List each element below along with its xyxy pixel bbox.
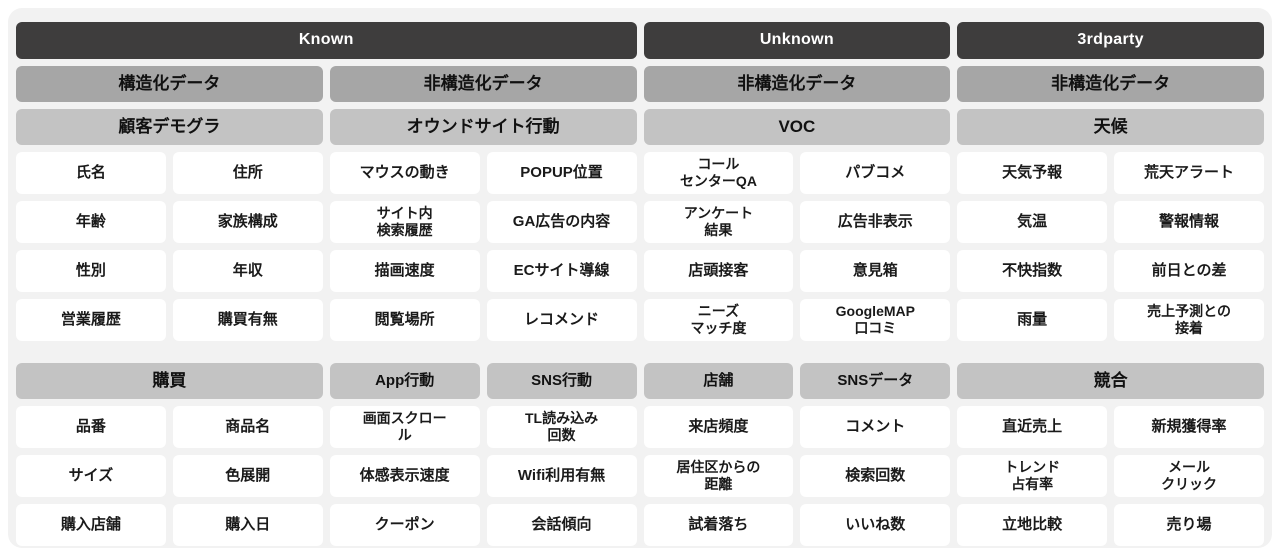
- item-cell[interactable]: 居住区からの 距離: [643, 455, 794, 497]
- item-cell[interactable]: TL読み込み 回数: [486, 406, 637, 448]
- item-cell[interactable]: 検索回数: [800, 455, 951, 497]
- item-cell[interactable]: メール クリック: [1114, 455, 1264, 497]
- group-header-3rdparty[interactable]: 3rdparty: [957, 22, 1264, 59]
- section-divider: [16, 348, 1264, 356]
- data-type-unstructured-3rdparty[interactable]: 非構造化データ: [957, 66, 1264, 102]
- category-competitors[interactable]: 競合: [957, 363, 1264, 399]
- item-cell[interactable]: 家族構成: [172, 201, 323, 243]
- item-cell[interactable]: 店頭接客: [643, 250, 794, 292]
- item-cell[interactable]: 警報情報: [1114, 201, 1264, 243]
- category-sns-behavior[interactable]: SNS行動: [486, 363, 637, 399]
- item-cell[interactable]: コール センターQA: [643, 152, 794, 194]
- item-cell[interactable]: POPUP位置: [486, 152, 637, 194]
- item-cell[interactable]: 雨量: [957, 299, 1108, 341]
- item-cell[interactable]: 閲覧場所: [329, 299, 480, 341]
- item-cell[interactable]: 気温: [957, 201, 1108, 243]
- taxonomy-grid: Known Unknown 3rdparty 構造化データ 非構造化データ 非構…: [16, 22, 1264, 546]
- item-cell[interactable]: 年収: [172, 250, 323, 292]
- item-cell[interactable]: 試着落ち: [643, 504, 794, 546]
- item-cell[interactable]: 購入日: [172, 504, 323, 546]
- item-cell[interactable]: 直近売上: [957, 406, 1108, 448]
- item-cell[interactable]: 立地比較: [957, 504, 1108, 546]
- item-cell[interactable]: 描画速度: [329, 250, 480, 292]
- item-cell[interactable]: 年齢: [16, 201, 166, 243]
- category-weather[interactable]: 天候: [957, 109, 1264, 145]
- category-customer-demographics[interactable]: 顧客デモグラ: [16, 109, 323, 145]
- item-cell[interactable]: 売り場: [1114, 504, 1264, 546]
- category-voc[interactable]: VOC: [643, 109, 951, 145]
- item-cell[interactable]: 商品名: [172, 406, 323, 448]
- item-cell[interactable]: 性別: [16, 250, 166, 292]
- item-cell[interactable]: 売上予測との 接着: [1114, 299, 1264, 341]
- item-cell[interactable]: 購入店舗: [16, 504, 166, 546]
- item-cell[interactable]: いいね数: [800, 504, 951, 546]
- item-cell[interactable]: 画面スクロール: [329, 406, 480, 448]
- category-store[interactable]: 店舗: [643, 363, 794, 399]
- item-cell[interactable]: サイズ: [16, 455, 166, 497]
- item-cell[interactable]: ニーズ マッチ度: [643, 299, 794, 341]
- item-cell[interactable]: ECサイト導線: [486, 250, 637, 292]
- item-cell[interactable]: コメント: [800, 406, 951, 448]
- group-header-unknown[interactable]: Unknown: [643, 22, 951, 59]
- item-cell[interactable]: 意見箱: [800, 250, 951, 292]
- item-cell[interactable]: マウスの動き: [329, 152, 480, 194]
- item-cell[interactable]: 新規獲得率: [1114, 406, 1264, 448]
- item-cell[interactable]: 品番: [16, 406, 166, 448]
- item-cell[interactable]: クーポン: [329, 504, 480, 546]
- item-cell[interactable]: トレンド 占有率: [957, 455, 1108, 497]
- item-cell[interactable]: 来店頻度: [643, 406, 794, 448]
- item-cell[interactable]: レコメンド: [486, 299, 637, 341]
- data-taxonomy-board: Known Unknown 3rdparty 構造化データ 非構造化データ 非構…: [8, 8, 1272, 548]
- data-type-unstructured-known[interactable]: 非構造化データ: [329, 66, 637, 102]
- item-cell[interactable]: 色展開: [172, 455, 323, 497]
- category-app-behavior[interactable]: App行動: [329, 363, 480, 399]
- item-cell[interactable]: 会話傾向: [486, 504, 637, 546]
- item-cell[interactable]: 前日との差: [1114, 250, 1264, 292]
- data-type-unstructured-unknown[interactable]: 非構造化データ: [643, 66, 951, 102]
- item-cell[interactable]: GoogleMAP 口コミ: [800, 299, 951, 341]
- item-cell[interactable]: GA広告の内容: [486, 201, 637, 243]
- item-cell[interactable]: 体感表示速度: [329, 455, 480, 497]
- category-purchase[interactable]: 購買: [16, 363, 323, 399]
- item-cell[interactable]: 購買有無: [172, 299, 323, 341]
- item-cell[interactable]: アンケート 結果: [643, 201, 794, 243]
- item-cell[interactable]: 不快指数: [957, 250, 1108, 292]
- data-type-structured-known[interactable]: 構造化データ: [16, 66, 323, 102]
- item-cell[interactable]: サイト内 検索履歴: [329, 201, 480, 243]
- group-header-known[interactable]: Known: [16, 22, 637, 59]
- item-cell[interactable]: 住所: [172, 152, 323, 194]
- item-cell[interactable]: Wifi利用有無: [486, 455, 637, 497]
- item-cell[interactable]: 営業履歴: [16, 299, 166, 341]
- item-cell[interactable]: 広告非表示: [800, 201, 951, 243]
- item-cell[interactable]: 荒天アラート: [1114, 152, 1264, 194]
- item-cell[interactable]: 氏名: [16, 152, 166, 194]
- category-sns-data[interactable]: SNSデータ: [800, 363, 951, 399]
- item-cell[interactable]: パブコメ: [800, 152, 951, 194]
- category-owned-site-behavior[interactable]: オウンドサイト行動: [329, 109, 637, 145]
- item-cell[interactable]: 天気予報: [957, 152, 1108, 194]
